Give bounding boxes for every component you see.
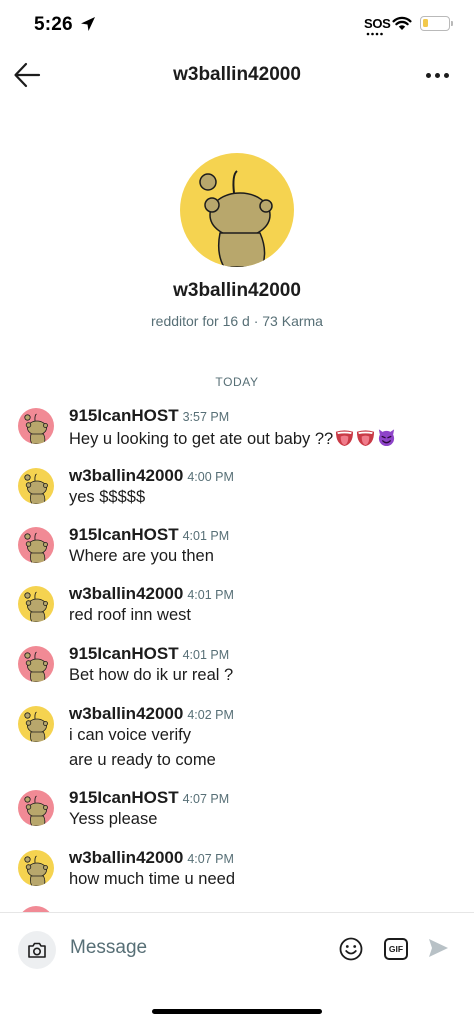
message-header: 915IcanHOST 4:01 PM bbox=[69, 644, 229, 664]
battery-fill bbox=[423, 19, 428, 27]
gif-button[interactable]: GIF bbox=[384, 938, 408, 960]
author-avatar[interactable] bbox=[18, 408, 54, 444]
message-author[interactable]: w3ballin42000 bbox=[69, 584, 183, 603]
message-author[interactable]: w3ballin42000 bbox=[69, 704, 183, 723]
author-avatar[interactable] bbox=[18, 468, 54, 504]
author-avatar[interactable] bbox=[18, 790, 54, 826]
message-text-content: Yess please bbox=[69, 810, 158, 828]
author-avatar[interactable] bbox=[18, 527, 54, 563]
sos-indicator: SOS bbox=[364, 16, 391, 31]
status-bar: 5:26 SOS bbox=[0, 0, 474, 50]
signal-dots-icon bbox=[366, 32, 383, 36]
snoo-avatar-icon bbox=[24, 473, 48, 504]
message-text: how much time u need bbox=[69, 870, 235, 889]
message-text: Hey u looking to get ate out baby ?? bbox=[69, 428, 396, 449]
message-time: 4:00 PM bbox=[187, 470, 234, 484]
message-author[interactable]: w3ballin42000 bbox=[69, 466, 183, 485]
page-title: w3ballin42000 bbox=[173, 64, 301, 85]
emoji-button-icon[interactable] bbox=[338, 936, 364, 962]
date-divider: TODAY bbox=[215, 375, 259, 389]
message-header: 915IcanHOST 4:07 PM bbox=[69, 788, 229, 808]
snoo-avatar-icon bbox=[24, 795, 48, 826]
devil-emoji bbox=[379, 429, 395, 447]
message-time: 4:01 PM bbox=[182, 529, 230, 543]
message-text: are u ready to come bbox=[69, 751, 216, 769]
message-input[interactable] bbox=[70, 937, 320, 959]
profile-meta: redditor for 16 d · 73 Karma bbox=[151, 313, 323, 329]
message-time: 3:57 PM bbox=[182, 410, 230, 424]
tongue-emoji bbox=[357, 430, 375, 447]
more-options-button[interactable] bbox=[420, 60, 454, 90]
message-text-content: Hey u looking to get ate out baby ?? bbox=[69, 430, 334, 448]
snoo-avatar-icon bbox=[24, 591, 48, 622]
battery-icon bbox=[420, 16, 450, 31]
message-time: 4:01 PM bbox=[187, 588, 234, 602]
snoo-avatar-icon bbox=[24, 651, 48, 682]
message-header: w3ballin42000 4:00 PM bbox=[69, 466, 234, 486]
wifi-icon bbox=[392, 16, 412, 30]
message-time: 4:02 PM bbox=[187, 708, 234, 722]
camera-button[interactable] bbox=[18, 931, 56, 969]
more-dot-icon bbox=[443, 72, 449, 78]
nav-bar: w3ballin42000 bbox=[0, 50, 474, 102]
message-time: 4:01 PM bbox=[182, 648, 230, 662]
snoo-avatar-icon bbox=[199, 170, 273, 267]
profile-username[interactable]: w3ballin42000 bbox=[0, 280, 474, 302]
snoo-avatar-icon bbox=[24, 855, 48, 886]
battery-tip bbox=[451, 21, 453, 26]
author-avatar[interactable] bbox=[18, 586, 54, 622]
message-header: 915IcanHOST 3:57 PM bbox=[69, 406, 229, 426]
message-text: yes $$$$$ bbox=[69, 488, 145, 507]
message-text-content: Bet how do ik ur real ? bbox=[69, 666, 234, 684]
message-text-content: i can voice verify bbox=[69, 726, 191, 744]
message-text-content: yes $$$$$ bbox=[69, 488, 146, 506]
status-time: 5:26 bbox=[34, 14, 73, 35]
message-time: 4:07 PM bbox=[182, 792, 230, 806]
message-header: w3ballin42000 4:07 PM bbox=[69, 848, 234, 868]
message-header: w3ballin42000 4:01 PM bbox=[69, 584, 234, 604]
message-author[interactable]: 915IcanHOST bbox=[69, 644, 179, 663]
message-time: 4:07 PM bbox=[187, 852, 234, 866]
message-text: red roof inn west bbox=[69, 606, 191, 625]
message-author[interactable]: 915IcanHOST bbox=[69, 525, 179, 544]
author-avatar[interactable] bbox=[18, 706, 54, 742]
message-text: Where are you then bbox=[69, 547, 214, 566]
message-text-content: Where are you then bbox=[69, 547, 214, 565]
snoo-avatar-icon bbox=[24, 532, 48, 563]
message-header: 915IcanHOST 4:01 PM bbox=[69, 525, 229, 545]
message-text: i can voice verify bbox=[69, 726, 191, 745]
message-text-content: how much time u need bbox=[69, 870, 236, 888]
message-composer: GIF bbox=[0, 913, 474, 993]
message-text-content: red roof inn west bbox=[69, 606, 191, 624]
message-author[interactable]: 915IcanHOST bbox=[69, 788, 179, 807]
location-arrow-icon bbox=[81, 17, 95, 31]
message-author[interactable]: w3ballin42000 bbox=[69, 848, 183, 867]
camera-icon bbox=[28, 942, 46, 958]
author-avatar[interactable] bbox=[18, 646, 54, 682]
message-author[interactable]: 915IcanHOST bbox=[69, 406, 179, 425]
tongue-emoji bbox=[336, 430, 354, 447]
snoo-avatar-icon bbox=[24, 711, 48, 742]
send-icon[interactable] bbox=[427, 937, 449, 959]
more-dot-icon bbox=[425, 72, 431, 78]
profile-avatar[interactable] bbox=[180, 153, 294, 267]
snoo-avatar-icon bbox=[24, 413, 48, 444]
message-text: Yess please bbox=[69, 810, 157, 829]
author-avatar[interactable] bbox=[18, 850, 54, 886]
more-dot-icon bbox=[434, 72, 440, 78]
home-indicator bbox=[152, 1009, 322, 1014]
message-header: w3ballin42000 4:02 PM bbox=[69, 704, 234, 724]
message-text: Bet how do ik ur real ? bbox=[69, 666, 233, 685]
